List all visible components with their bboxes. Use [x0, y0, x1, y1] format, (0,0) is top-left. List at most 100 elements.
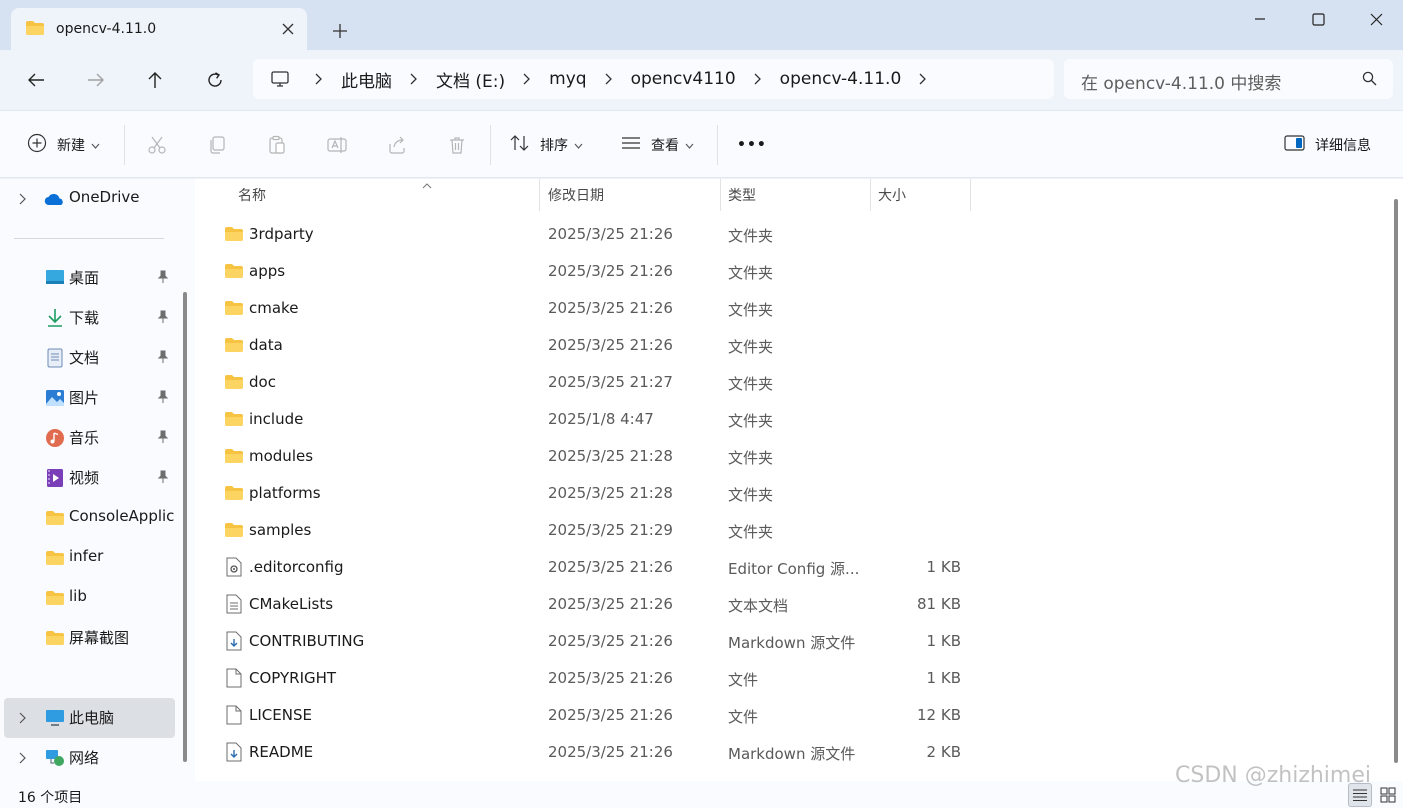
sidebar-item-label: infer: [69, 547, 104, 565]
minimize-button[interactable]: [1231, 0, 1289, 38]
sidebar-item-infer[interactable]: infer: [4, 538, 175, 578]
rename-icon[interactable]: [323, 131, 351, 159]
file-row[interactable]: LICENSE 2025/3/25 21:26 文件 12 KB: [215, 697, 985, 734]
thumbnails-view-button[interactable]: [1376, 783, 1400, 807]
close-tab-icon[interactable]: [277, 18, 299, 40]
file-row[interactable]: platforms 2025/3/25 21:28 文件夹: [215, 475, 985, 512]
column-header-date[interactable]: 修改日期: [548, 179, 604, 211]
sidebar-item-onedrive[interactable]: OneDrive: [4, 179, 175, 219]
file-row[interactable]: COPYRIGHT 2025/3/25 21:26 文件 1 KB: [215, 660, 985, 697]
close-window-button[interactable]: [1347, 0, 1403, 38]
file-row[interactable]: doc 2025/3/25 21:27 文件夹: [215, 364, 985, 401]
tab-opencv[interactable]: opencv-4.11.0: [11, 8, 307, 50]
view-button[interactable]: 查看: [621, 130, 694, 160]
file-row[interactable]: .editorconfig 2025/3/25 21:26 Editor Confi…: [215, 549, 985, 586]
search-icon[interactable]: [1362, 71, 1377, 90]
sidebar-item-pictures[interactable]: 图片: [4, 378, 175, 418]
command-bar: 新建 排序 查看 ••• 详细信息: [0, 110, 1403, 178]
pin-icon[interactable]: [157, 430, 169, 448]
column-divider[interactable]: [870, 179, 871, 211]
column-header-name[interactable]: 名称: [238, 179, 432, 211]
markdown-file-icon: [223, 630, 245, 652]
sidebar-item-label: 屏幕截图: [69, 629, 130, 647]
sidebar-item-documents[interactable]: 文档: [4, 338, 175, 378]
column-header-size[interactable]: 大小: [878, 179, 906, 211]
add-icon: [27, 133, 47, 157]
sidebar-item-screenshots[interactable]: 屏幕截图: [4, 618, 175, 658]
file-name: CONTRIBUTING: [249, 632, 365, 650]
copy-icon[interactable]: [203, 131, 231, 159]
sidebar-item-label: 此电脑: [69, 709, 115, 727]
refresh-button[interactable]: [201, 66, 229, 94]
new-tab-button[interactable]: [328, 19, 352, 43]
file-date: 2025/3/25 21:27: [548, 373, 673, 391]
sidebar-item-downloads[interactable]: 下载: [4, 298, 175, 338]
maximize-button[interactable]: [1289, 0, 1347, 38]
file-row[interactable]: data 2025/3/25 21:26 文件夹: [215, 327, 985, 364]
chevron-right-icon: [517, 70, 535, 88]
sidebar-item-music[interactable]: 音乐: [4, 418, 175, 458]
breadcrumb-item[interactable]: opencv4110: [631, 69, 736, 89]
column-divider[interactable]: [970, 179, 971, 211]
chevron-right-icon[interactable]: [18, 191, 26, 209]
search-input[interactable]: 在 opencv-4.11.0 中搜索: [1064, 59, 1393, 99]
column-divider[interactable]: [539, 179, 540, 211]
chevron-right-icon: [309, 70, 327, 88]
breadcrumb-item[interactable]: opencv-4.11.0: [780, 69, 902, 89]
sidebar-item-network[interactable]: 网络: [4, 738, 175, 778]
pin-icon[interactable]: [157, 470, 169, 488]
pin-icon[interactable]: [157, 350, 169, 368]
file-row[interactable]: CONTRIBUTING 2025/3/25 21:26 Markdown 源文件 1…: [215, 623, 985, 660]
sidebar-item-this-pc[interactable]: 此电脑: [4, 698, 175, 738]
pin-icon[interactable]: [157, 390, 169, 408]
file-row[interactable]: 3rdparty 2025/3/25 21:26 文件夹: [215, 216, 985, 253]
cut-icon[interactable]: [143, 131, 171, 159]
chevron-right-icon[interactable]: [913, 70, 931, 88]
sort-button[interactable]: 排序: [510, 130, 583, 160]
pin-icon[interactable]: [157, 270, 169, 288]
file-row[interactable]: samples 2025/3/25 21:29 文件夹: [215, 512, 985, 549]
column-header-type[interactable]: 类型: [728, 179, 756, 211]
details-pane-button[interactable]: 详细信息: [1284, 130, 1371, 160]
file-name: modules: [249, 447, 314, 465]
paste-icon[interactable]: [263, 131, 291, 159]
sidebar-item-lib[interactable]: lib: [4, 578, 175, 618]
share-icon[interactable]: [383, 131, 411, 159]
file-name: data: [249, 336, 283, 354]
address-bar[interactable]: 此电脑 文档 (E:) myq opencv4110 opencv-4.11.0: [253, 59, 1054, 99]
sidebar-item-consoleapplication[interactable]: ConsoleApplication: [4, 498, 175, 538]
chevron-right-icon[interactable]: [18, 710, 26, 728]
chevron-right-icon[interactable]: [18, 750, 26, 768]
file-row[interactable]: CMakeLists 2025/3/25 21:26 文本文档 81 KB: [215, 586, 985, 623]
more-options-button[interactable]: •••: [737, 130, 767, 160]
sidebar-item-videos[interactable]: 视频: [4, 458, 175, 498]
file-type: 文件夹: [728, 264, 774, 282]
folder-icon: [223, 371, 245, 393]
back-button[interactable]: [22, 66, 50, 94]
up-button[interactable]: [141, 66, 169, 94]
file-size: 1 KB: [926, 558, 961, 576]
documents-icon: [44, 347, 66, 369]
file-date: 2025/1/8 4:47: [548, 410, 654, 428]
file-row[interactable]: cmake 2025/3/25 21:26 文件夹: [215, 290, 985, 327]
file-row[interactable]: README 2025/3/25 21:26 Markdown 源文件 2 KB: [215, 734, 985, 771]
forward-button[interactable]: [82, 66, 110, 94]
breadcrumb-item[interactable]: 文档 (E:): [436, 67, 505, 92]
search-placeholder: 在 opencv-4.11.0 中搜索: [1081, 74, 1282, 94]
file-row[interactable]: apps 2025/3/25 21:26 文件夹: [215, 253, 985, 290]
file-date: 2025/3/25 21:26: [548, 558, 673, 576]
folder-icon: [44, 627, 66, 649]
sort-ascending-icon: [422, 179, 432, 193]
content-scrollbar[interactable]: [1394, 199, 1398, 763]
file-row[interactable]: include 2025/1/8 4:47 文件夹: [215, 401, 985, 438]
column-divider[interactable]: [720, 179, 721, 211]
breadcrumb-item[interactable]: 此电脑: [341, 67, 392, 92]
config-file-icon: [223, 556, 245, 578]
file-row[interactable]: modules 2025/3/25 21:28 文件夹: [215, 438, 985, 475]
new-button[interactable]: 新建: [27, 130, 100, 160]
sidebar-item-desktop[interactable]: 桌面: [4, 258, 175, 298]
sidebar-scrollbar[interactable]: [183, 292, 187, 762]
breadcrumb-item[interactable]: myq: [549, 69, 586, 89]
pin-icon[interactable]: [157, 310, 169, 328]
delete-icon[interactable]: [443, 131, 471, 159]
